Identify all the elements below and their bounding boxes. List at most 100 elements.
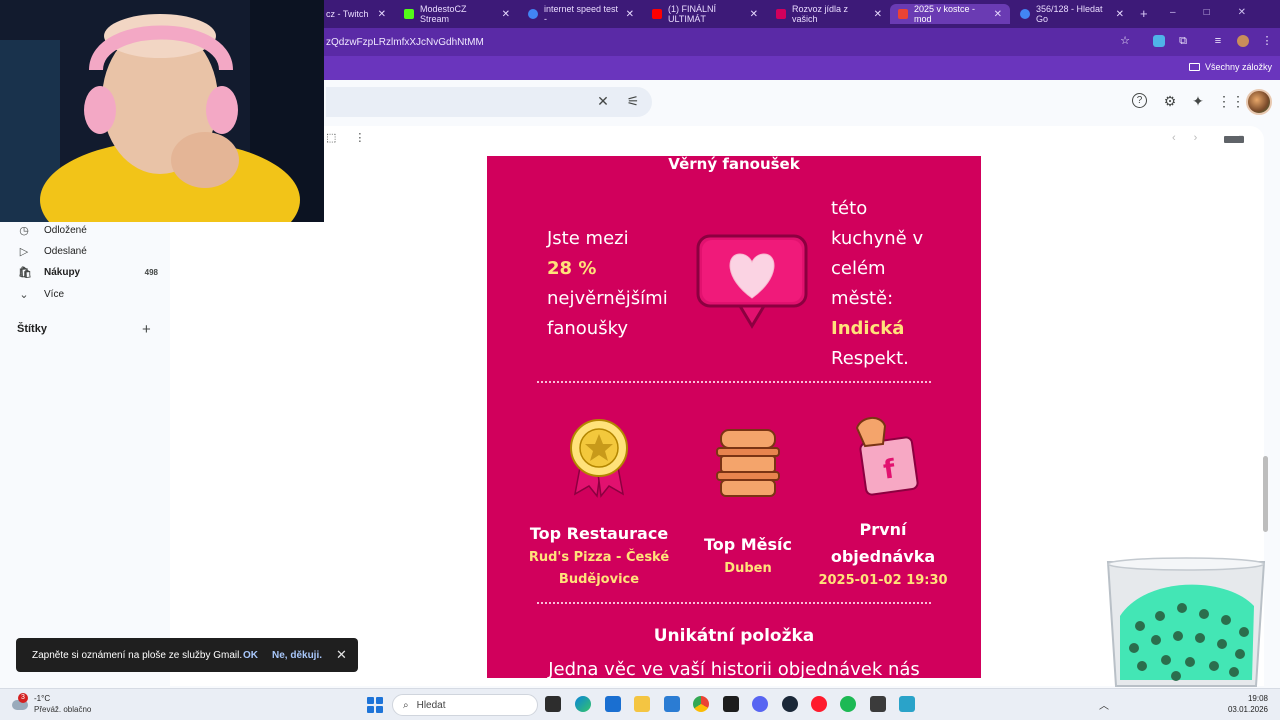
feature-title: První <box>859 520 907 539</box>
address-bar[interactable]: zQdzwFzpLRzlmfxXJcNvGdhNtMM <box>326 37 484 48</box>
tab-label: 2025 v kostce - mod <box>914 4 976 24</box>
feature-value: Duben <box>724 561 772 576</box>
add-label-icon[interactable]: + <box>142 321 151 338</box>
tab-foodora[interactable]: Rozvoz jídla z vašich ✕ <box>768 4 890 24</box>
chevron-down-icon[interactable]: ▾ <box>1239 133 1243 142</box>
streamer-camera-image <box>0 0 324 222</box>
tab-label: Rozvoz jídla z vašich <box>792 4 849 24</box>
sidebar-item-label: Odeslané <box>44 246 87 257</box>
wrapped-email-card: Věrný fanoušek Jste mezi 28 % nejvěrnějš… <box>487 156 981 678</box>
windows-logo-tile <box>376 706 383 713</box>
file-explorer-icon[interactable] <box>634 696 650 712</box>
section-heading: Věrný fanoušek <box>668 156 800 173</box>
sidebar-item-snoozed[interactable]: ◷ Odložené <box>18 224 158 237</box>
task-view-icon[interactable] <box>545 696 561 712</box>
unique-item-heading: Unikátní položka <box>653 626 815 646</box>
stream-cup-widget <box>1106 557 1266 687</box>
close-icon[interactable]: ✕ <box>1116 9 1124 20</box>
sidebar-item-purchases[interactable]: 🛍 Nákupy 498 <box>18 266 158 279</box>
move-to-icon[interactable]: ⬚ <box>326 131 336 147</box>
cuisine-line: této <box>831 198 868 219</box>
foodora-icon <box>776 9 786 19</box>
clear-search-icon[interactable]: ✕ <box>594 92 612 110</box>
tab-label: 356/128 - Hledat Go <box>1036 4 1103 24</box>
google-icon <box>528 9 538 19</box>
system-clock[interactable]: 19:08 03.01.2026 <box>1228 693 1268 715</box>
all-bookmarks[interactable]: Všechny záložky <box>1188 62 1272 72</box>
sidebar-item-label: Nákupy <box>44 267 81 278</box>
tab-google-search[interactable]: 356/128 - Hledat Go ✕ <box>1012 4 1132 24</box>
gemini-icon[interactable]: ✦ <box>1189 92 1207 110</box>
cuisine-line: celém <box>831 258 886 279</box>
account-avatar[interactable] <box>1246 89 1272 115</box>
next-icon[interactable]: › <box>1194 132 1198 144</box>
apps-icon[interactable]: ⋮⋮ <box>1217 92 1245 110</box>
sidebar-item-sent[interactable]: ▷ Odeslané <box>18 245 158 258</box>
top-restaurant: Top Restaurace Rud's Pizza - České Buděj… <box>523 520 675 591</box>
send-icon: ▷ <box>19 246 29 258</box>
close-icon[interactable]: ✕ <box>994 9 1002 20</box>
search-icon: ⌕ <box>403 699 409 711</box>
weather-description: Převáž. oblačno <box>34 705 92 714</box>
tab-label: cz - Twitch <box>326 9 369 19</box>
labels-heading: Štítky <box>17 323 47 335</box>
notepad-icon[interactable] <box>899 696 915 712</box>
extension-icon[interactable] <box>1153 35 1165 47</box>
app-icon[interactable] <box>723 696 739 712</box>
tab-speed-test[interactable]: internet speed test - ✕ <box>520 4 642 24</box>
profile-avatar-icon[interactable] <box>1237 35 1249 47</box>
steam-icon[interactable] <box>782 696 798 712</box>
tray-overflow-icon[interactable]: ︿ <box>1099 697 1109 712</box>
cuisine-line: kuchyně v <box>831 228 924 249</box>
desktop-notification-prompt: Zapněte si oznámení na ploše ze služby G… <box>16 638 358 672</box>
close-icon[interactable]: ✕ <box>336 647 347 663</box>
store-icon[interactable] <box>605 696 621 712</box>
media-control-icon[interactable]: ≡ <box>1212 35 1224 47</box>
close-icon[interactable]: ✕ <box>378 9 386 20</box>
start-button[interactable] <box>367 697 383 713</box>
medal-icon <box>570 419 628 498</box>
sidebar-item-more[interactable]: ⌄ Více <box>18 288 158 301</box>
bookmark-star-icon[interactable]: ☆ <box>1119 35 1131 47</box>
tab-2025-v-kostce[interactable]: 2025 v kostce - mod ✕ <box>890 4 1010 24</box>
notification-dismiss-button[interactable]: Ne, děkuji. <box>272 650 322 661</box>
notification-text: Zapněte si oznámení na ploše ze služby G… <box>32 649 243 661</box>
notification-badge: 3 <box>18 693 28 703</box>
scrollbar[interactable] <box>1263 456 1268 532</box>
help-icon[interactable]: ? <box>1132 93 1147 108</box>
opera-icon[interactable] <box>811 696 827 712</box>
feature-value: 2025-01-02 19:30 <box>818 573 948 588</box>
notification-ok-button[interactable]: OK <box>243 650 258 661</box>
food-containers-icon <box>716 429 780 497</box>
close-icon[interactable]: ✕ <box>502 9 510 20</box>
tab-youtube[interactable]: (1) FINÁLNÍ ULTIMÁT ✕ <box>644 4 766 24</box>
settings-icon[interactable]: ⚙ <box>1161 92 1179 110</box>
cuisine-text: této kuchyně v celém městě: Indická Resp… <box>831 194 941 374</box>
tab-twitch[interactable]: cz - Twitch ✕ <box>318 4 394 24</box>
extensions-puzzle-icon[interactable]: ⧉ <box>1177 35 1189 47</box>
close-icon[interactable]: ✕ <box>874 9 882 20</box>
window-controls[interactable]: –□✕ <box>1170 7 1274 18</box>
gmail-icon <box>898 9 908 19</box>
discord-icon[interactable] <box>752 696 768 712</box>
sidebar-item-label: Odložené <box>44 225 87 236</box>
previous-icon[interactable]: ‹ <box>1172 132 1176 144</box>
spotify-icon[interactable] <box>840 696 856 712</box>
more-actions-icon[interactable]: ⋮ <box>354 131 365 147</box>
heart-speech-bubble-icon <box>696 234 808 329</box>
google-icon <box>1020 9 1030 19</box>
search-options-icon[interactable]: ⚟ <box>624 92 642 110</box>
weather-widget[interactable]: 3 -1°C Převáž. oblačno <box>10 692 100 716</box>
close-icon[interactable]: ✕ <box>626 9 634 20</box>
edge-icon[interactable] <box>575 696 591 712</box>
tab-modestocz[interactable]: ModestoCZ Stream ✕ <box>396 4 518 24</box>
chrome-icon[interactable] <box>693 696 709 712</box>
fan-percentage: 28 % <box>547 258 597 279</box>
outlook-icon[interactable] <box>664 696 680 712</box>
browser-menu-icon[interactable]: ⋮ <box>1261 35 1273 47</box>
close-icon[interactable]: ✕ <box>750 9 758 20</box>
taskbar-search[interactable]: ⌕ Hledat <box>392 694 538 716</box>
app-icon[interactable] <box>870 696 886 712</box>
feature-title: Top Měsíc <box>703 535 793 554</box>
new-tab-icon[interactable]: + <box>1140 6 1148 21</box>
